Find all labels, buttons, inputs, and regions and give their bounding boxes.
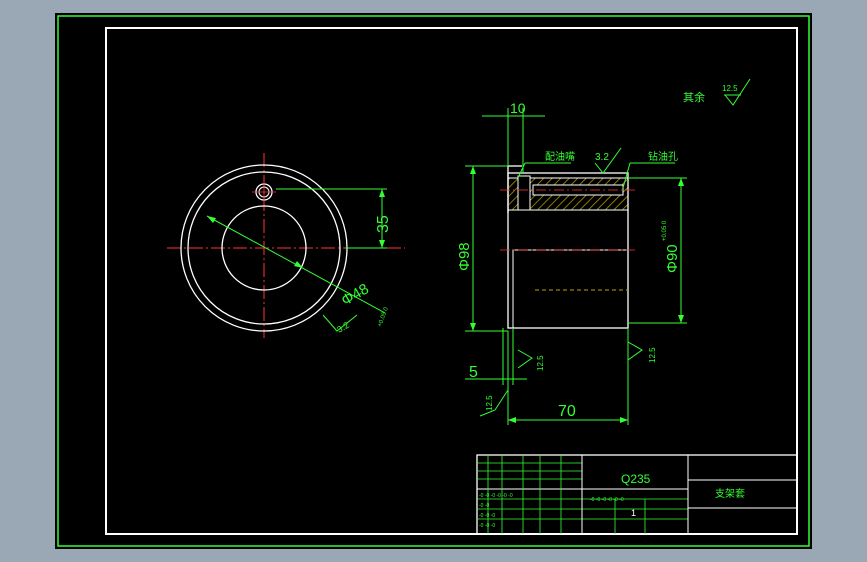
dim-chamfer: 5 xyxy=(469,364,478,381)
roughness-left: 12.5 xyxy=(536,355,545,371)
drawing-sheet: 其余 12.5 35 Φ48 +0.05 0 3.2 10 配油嘴 3.2 钻油… xyxy=(55,13,812,549)
grease-fitting-bore xyxy=(517,175,531,211)
scale-value: 1 xyxy=(631,508,636,518)
roughness-right: 12.5 xyxy=(648,347,657,363)
roughness-note-prefix: 其余 xyxy=(683,90,705,104)
dim-od-inner-tol: +0.05 0 xyxy=(662,220,668,241)
tiny-row: -0 -0 -0 xyxy=(479,523,495,529)
cad-drawing: 其余 12.5 35 Φ48 +0.05 0 3.2 10 配油嘴 3.2 钻油… xyxy=(57,15,810,547)
roughness-symbol-right xyxy=(627,341,643,361)
side-view: 10 配油嘴 3.2 钻油孔 Φ98 Φ90 +0.05 0 12.5 12.5 xyxy=(456,100,687,425)
roughness-note: 其余 12.5 xyxy=(683,78,751,106)
tiny-row: -0 -0 -0 -0 -0 -0 xyxy=(590,497,624,503)
dim-hole: Φ48 xyxy=(339,280,372,309)
sleeve-bore xyxy=(512,249,629,329)
dim-od-inner: Φ90 xyxy=(664,244,681,273)
dim-top: 10 xyxy=(510,100,526,116)
tiny-row: -0 -0 -0 xyxy=(479,513,495,519)
part-name: 支架套 xyxy=(715,487,745,500)
tiny-row: -0 -0 -0 -0 -0 -0 xyxy=(479,493,513,499)
label-grease: 配油嘴 xyxy=(545,150,575,163)
label-drill: 钻油孔 xyxy=(648,150,678,163)
roughness-bottom: 12.5 xyxy=(485,395,494,411)
material-label: Q235 xyxy=(621,472,651,486)
dim-length: 70 xyxy=(558,403,576,420)
front-view: 35 Φ48 +0.05 0 3.2 xyxy=(167,153,405,338)
dim-offset: 35 xyxy=(375,215,392,233)
tiny-row: -0 -0 xyxy=(479,503,490,509)
roughness-note-value: 12.5 xyxy=(722,84,738,93)
title-block: Q235 支架套 1 -0 -0 -0 -0 -0 -0 -0 -0 -0 -0… xyxy=(476,454,798,535)
dim-od-outer: Φ98 xyxy=(456,242,473,271)
roughness-top: 3.2 xyxy=(595,152,609,163)
roughness-symbol-left xyxy=(517,349,533,369)
